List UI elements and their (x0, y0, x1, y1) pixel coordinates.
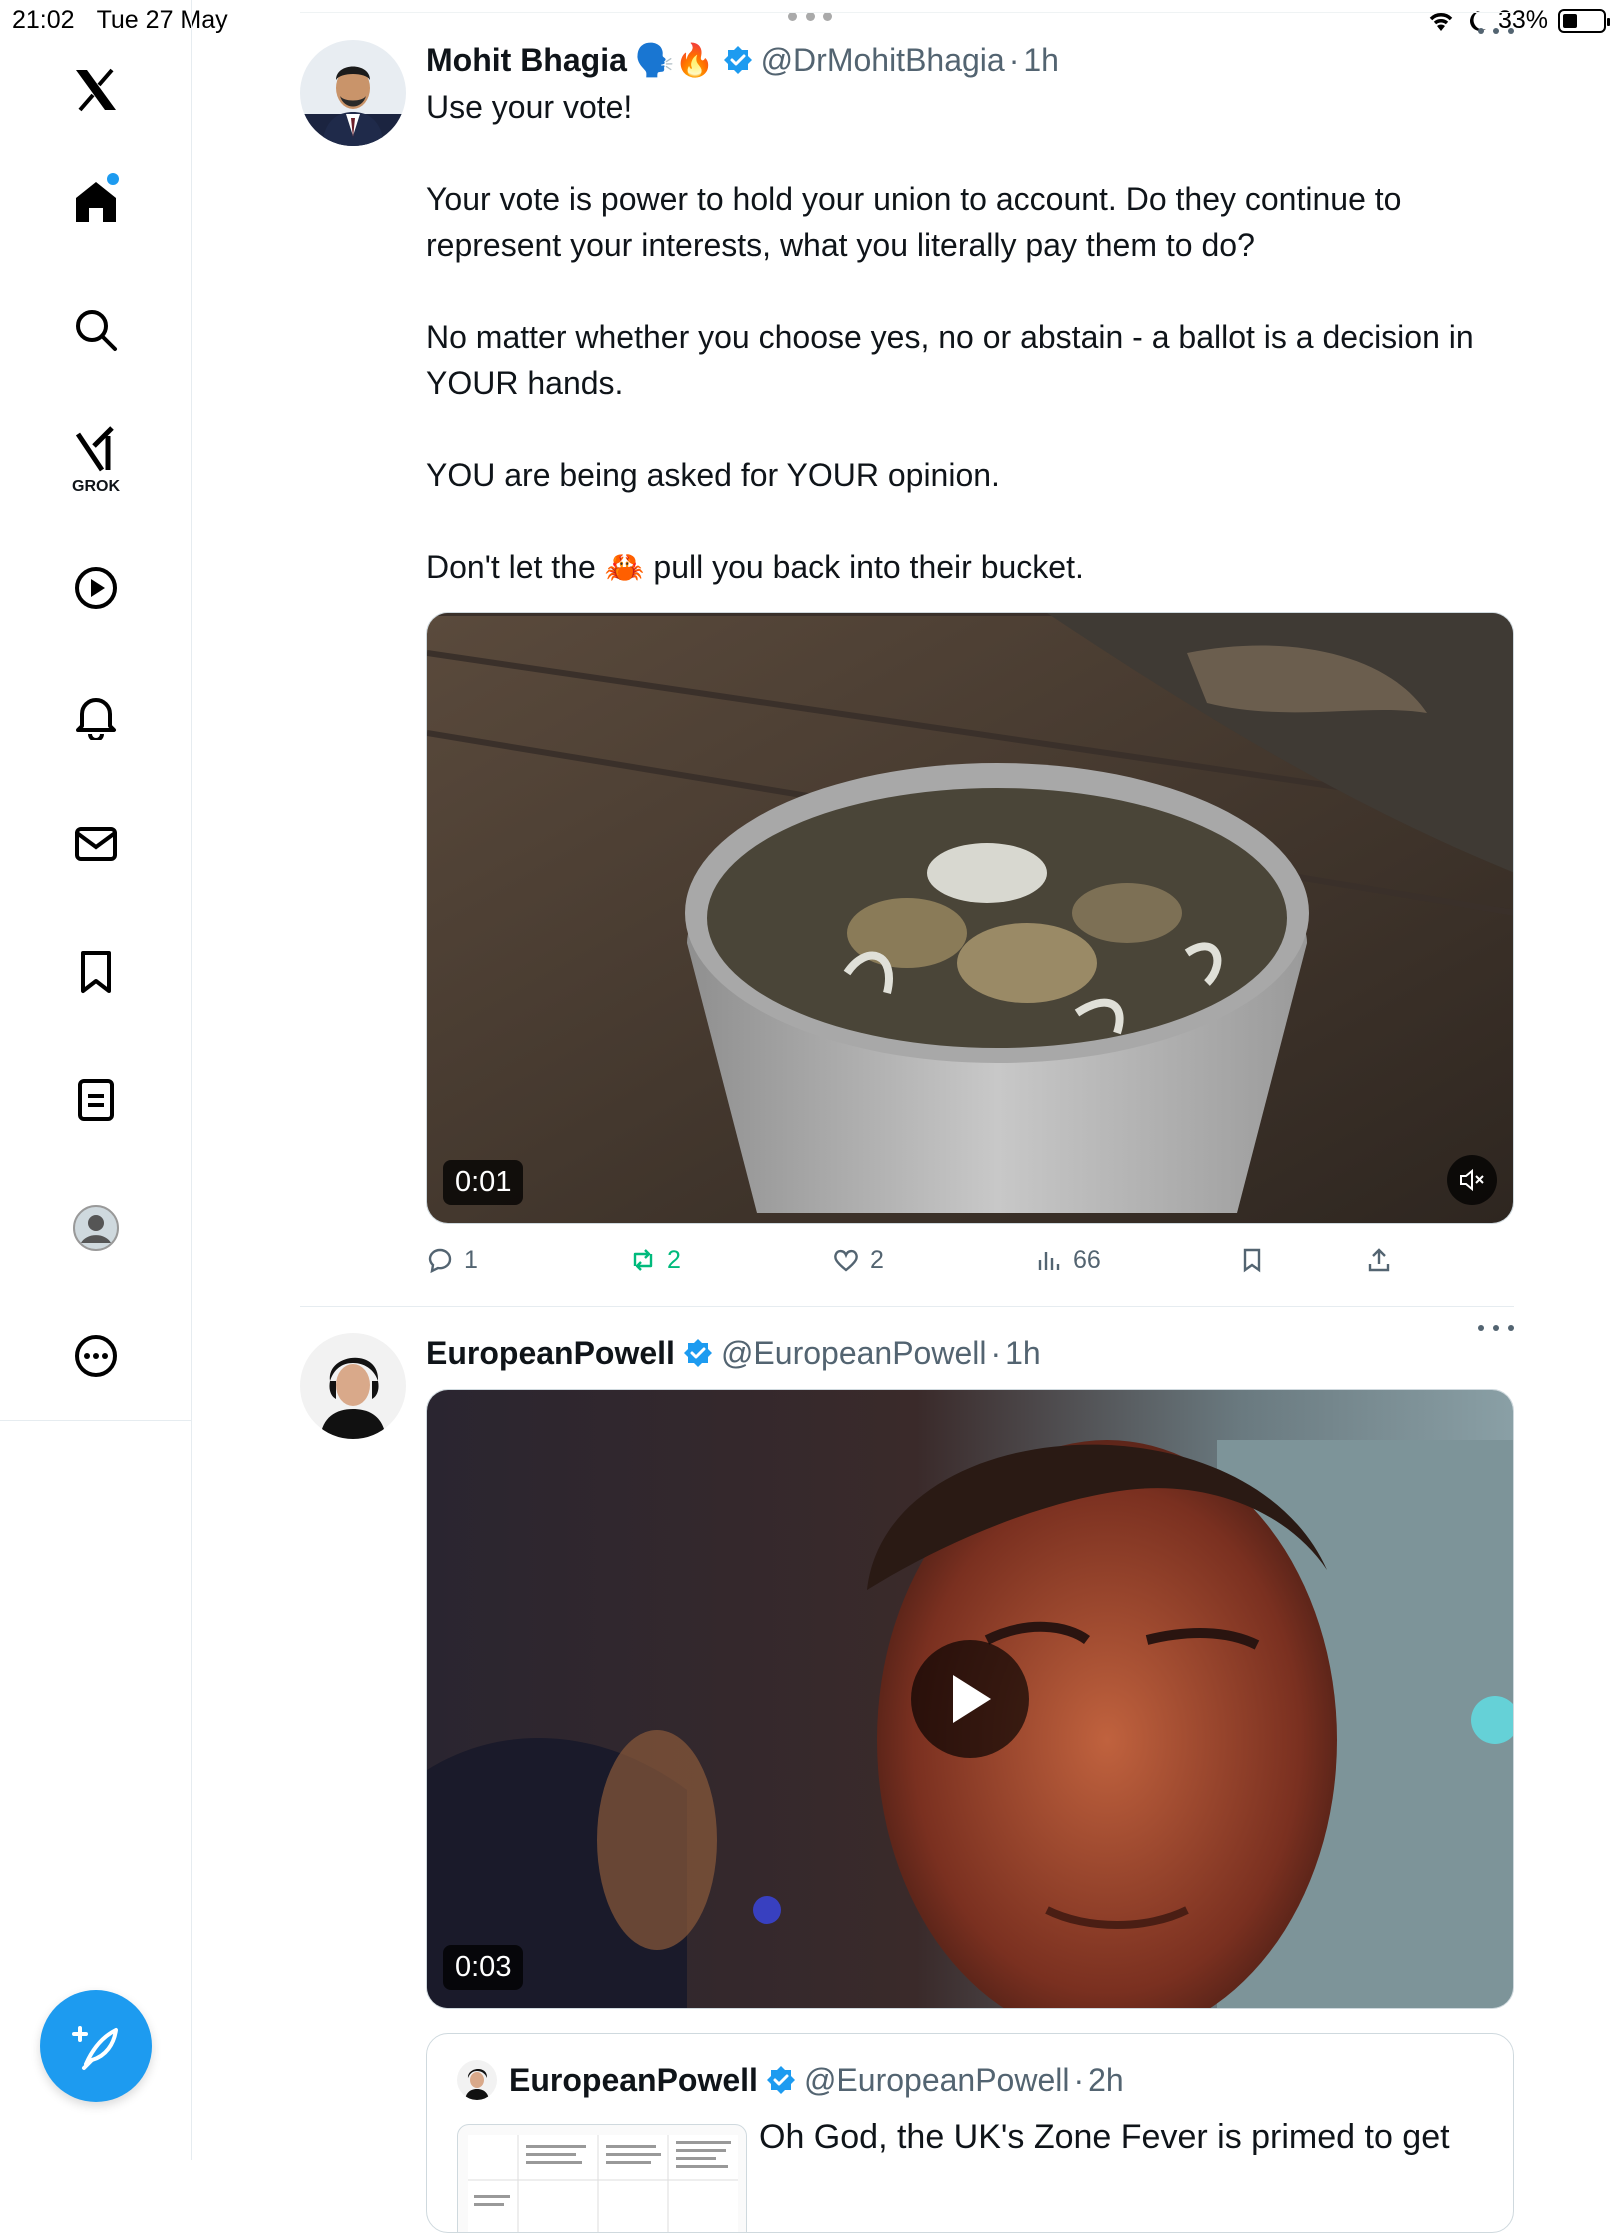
like-button[interactable]: 2 (832, 1246, 1035, 1275)
play-icon (953, 1675, 991, 1723)
tweet-age[interactable]: 1h (1023, 42, 1059, 79)
reply-icon (428, 1248, 452, 1274)
video-icon[interactable] (66, 558, 126, 618)
heart-icon (834, 1249, 858, 1272)
verified-badge-icon (766, 2066, 795, 2094)
share-button[interactable] (1365, 1246, 1425, 1274)
more-menu-icon[interactable] (1478, 1325, 1514, 1331)
tweet-paragraph-last: Don't let the 🦀 pull you back into their… (426, 544, 1514, 590)
tweet-paragraph: Use your vote! (426, 89, 633, 125)
tweet[interactable]: EuropeanPowell @EuropeanPowell · 1h 0:03… (300, 1307, 1514, 2233)
quoted-avatar (457, 2060, 497, 2100)
video-frame-crab-bucket (427, 613, 1513, 1223)
more-options-circle-icon[interactable] (66, 1326, 126, 1386)
repost-count: 2 (667, 1245, 681, 1274)
tweet-paragraph: Your vote is power to hold your union to… (426, 181, 1402, 263)
reply-button[interactable]: 1 (426, 1246, 629, 1275)
avatar[interactable] (300, 40, 406, 146)
verified-badge-icon (683, 1339, 712, 1367)
quoted-author-name: EuropeanPowell (509, 2061, 758, 2098)
grok-label: GROK (72, 478, 120, 495)
feather-plus-icon (72, 2026, 118, 2070)
separator-dot: · (1008, 41, 1020, 78)
views-bar-chart-icon (1038, 1252, 1060, 1270)
verified-badge-icon (723, 46, 752, 74)
tweet[interactable]: Mohit Bhagia 🗣️🔥 @DrMohitBhagia · 1h Use… (300, 10, 1514, 1296)
grok-icon[interactable] (66, 420, 126, 480)
video-duration: 0:01 (443, 1160, 524, 1205)
tweet-age[interactable]: 1h (1005, 1335, 1041, 1372)
bookmark-button[interactable] (1238, 1246, 1365, 1274)
share-upload-icon (1368, 1248, 1390, 1272)
quoted-tweet-age: 2h (1088, 2061, 1124, 2098)
text-fragment: pull you back into their bucket. (653, 549, 1084, 585)
quoted-tweet-header: EuropeanPowell @EuropeanPowell · 2h (457, 2060, 1124, 2100)
tweet-header: EuropeanPowell @EuropeanPowell · 1h (426, 1327, 1514, 1379)
views-button[interactable]: 66 (1035, 1246, 1238, 1275)
sidebar: GROK (0, 0, 192, 2160)
sidebar-divider (0, 1420, 192, 1421)
video-player[interactable]: 0:01 (426, 612, 1514, 1224)
repost-button[interactable]: 2 (629, 1246, 832, 1275)
search-icon[interactable] (66, 300, 126, 360)
tweet-text: Use your vote! Your vote is power to hol… (426, 84, 1514, 590)
profile-avatar-icon[interactable] (66, 1198, 126, 1258)
separator-dot: · (1073, 2061, 1085, 2098)
author-handle[interactable]: @EuropeanPowell (721, 1335, 987, 1372)
author-name[interactable]: Mohit Bhagia (426, 42, 627, 79)
tweet-header: Mohit Bhagia 🗣️🔥 @DrMohitBhagia · 1h (426, 34, 1514, 86)
notification-dot (107, 173, 119, 185)
bookmarks-icon[interactable] (66, 942, 126, 1002)
speaker-muted-icon (1460, 1168, 1484, 1192)
tweet-actions: 1 2 2 66 (426, 1224, 1514, 1296)
reply-count: 1 (464, 1245, 478, 1274)
author-name[interactable]: EuropeanPowell (426, 1335, 675, 1372)
quoted-media-thumbnail (457, 2124, 747, 2232)
tweet-paragraph: YOU are being asked for YOUR opinion. (426, 457, 1000, 493)
avatar[interactable] (300, 1333, 406, 1439)
battery-icon (1558, 8, 1610, 33)
quoted-tweet-text: Oh God, the UK's Zone Fever is primed to… (759, 2118, 1450, 2156)
video-duration: 0:03 (443, 1945, 524, 1990)
views-count: 66 (1073, 1245, 1101, 1274)
timeline-feed: Mohit Bhagia 🗣️🔥 @DrMohitBhagia · 1h Use… (300, 10, 1514, 2233)
compose-post-button[interactable] (40, 1990, 152, 2102)
tweet-paragraph: No matter whether you choose yes, no or … (426, 319, 1474, 401)
text-fragment: Don't let the (426, 549, 596, 585)
repost-icon (633, 1249, 653, 1271)
quoted-author-handle: @EuropeanPowell (803, 2061, 1070, 2098)
separator-dot: · (990, 1334, 1002, 1371)
mute-toggle-button[interactable] (1447, 1155, 1497, 1205)
lists-icon[interactable] (66, 1070, 126, 1130)
author-handle[interactable]: @DrMohitBhagia (761, 42, 1005, 79)
notifications-bell-icon[interactable] (66, 686, 126, 746)
crab-emoji: 🦀 (604, 549, 645, 585)
name-emoji: 🗣️🔥 (634, 42, 715, 78)
bookmark-icon (1243, 1248, 1261, 1273)
more-menu-icon[interactable] (1478, 28, 1514, 34)
video-player[interactable]: 0:03 (426, 1389, 1514, 2009)
x-logo-icon[interactable] (66, 60, 126, 120)
quoted-tweet[interactable]: EuropeanPowell @EuropeanPowell · 2h Oh G… (426, 2033, 1514, 2233)
like-count: 2 (870, 1245, 884, 1274)
messages-envelope-icon[interactable] (66, 814, 126, 874)
play-button[interactable] (911, 1640, 1029, 1758)
